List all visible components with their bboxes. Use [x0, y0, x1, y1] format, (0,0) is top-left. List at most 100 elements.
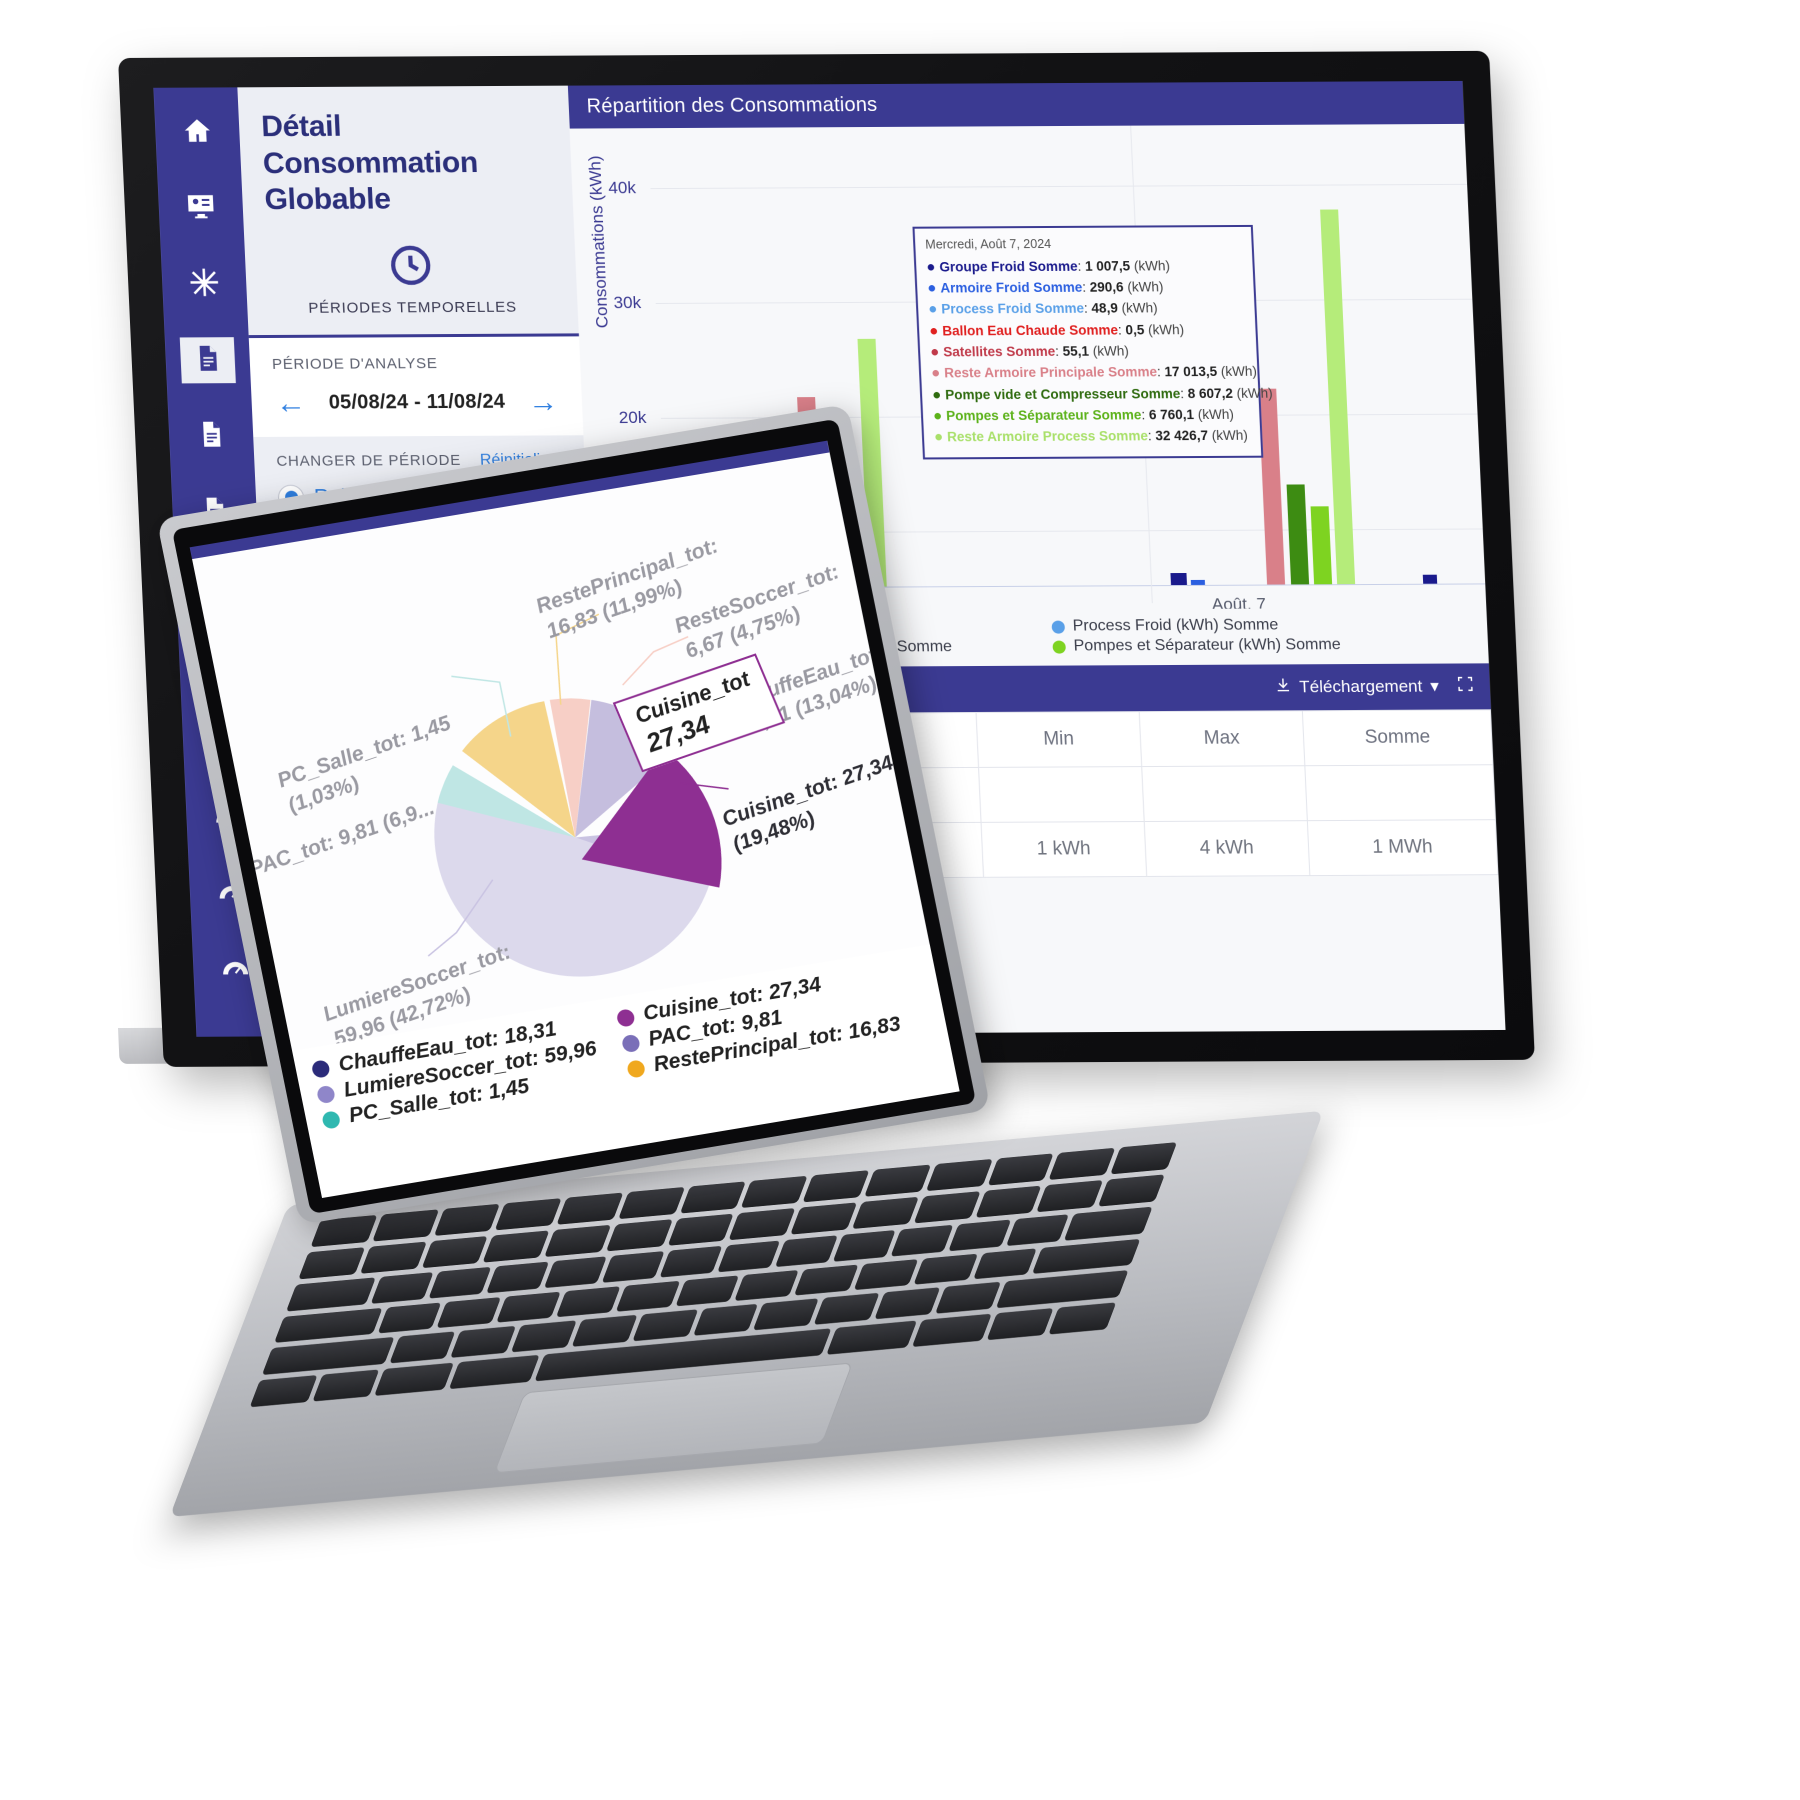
cell-max: 4 kWh	[1143, 820, 1310, 877]
tooltip-value: 6 760,1	[1148, 406, 1195, 423]
tooltip-bullet: ●	[925, 258, 936, 276]
sidebar-item-home[interactable]	[169, 109, 225, 155]
tooltip-unit: (kWh)	[1220, 364, 1258, 380]
page-title: Détail Consommation Globable	[260, 109, 479, 217]
cell-somme: 1 MWh	[1307, 819, 1498, 876]
tooltip-bullet: ●	[931, 385, 942, 403]
tooltip-unit: (kWh)	[1121, 300, 1158, 316]
tooltip-row: ● Reste Armoire Process Somme: 32 426,7 (…	[933, 427, 1249, 446]
download-icon	[1274, 676, 1292, 698]
legend-item-pompes-separateur[interactable]: Pompes et Séparateur (kWh) Somme	[1052, 635, 1470, 655]
tooltip-label: Pompe vide et Compresseur Somme	[944, 385, 1181, 402]
tooltip-label: Groupe Froid Somme	[939, 258, 1078, 275]
tooltip-row: ● Pompes et Séparateur Somme: 6 760,1 (kW…	[932, 406, 1235, 425]
tooltip-label: Reste Armoire Principale Somme	[943, 364, 1158, 381]
document-icon	[195, 419, 227, 454]
tooltip-row: ● Process Froid Somme: 48,9 (kWh)	[927, 300, 1158, 318]
analysis-period-label: PÉRIODE D'ANALYSE	[271, 354, 438, 373]
tooltip-row: ● Satellites Somme: 55,1 (kWh)	[929, 343, 1130, 361]
clock-icon	[390, 245, 433, 290]
table-subheader-blank	[1141, 765, 1308, 822]
tooltip-bullet: ●	[926, 279, 937, 297]
consumption-pie-chart: PC_Salle_tot: 1,45 (1,03%) PAC_tot: 9,81 …	[190, 441, 960, 1199]
tooltip-label: Satellites Somme	[942, 343, 1056, 360]
tooltip-row: ● Groupe Froid Somme: 1 007,5 (kWh)	[925, 258, 1171, 276]
table-subheader-blank	[978, 766, 1144, 823]
tooltip-bullet: ●	[932, 407, 943, 425]
bar-armoire-froid	[1190, 579, 1206, 585]
tooltip-label: Armoire Froid Somme	[940, 279, 1083, 296]
tooltip-date: Mercredi, Août 7, 2024	[924, 236, 1052, 252]
table-subheader-blank	[1304, 764, 1496, 821]
periods-tab[interactable]	[267, 243, 555, 291]
tooltip-value: 17 013,5	[1164, 364, 1218, 380]
tooltip-value: 55,1	[1062, 343, 1090, 359]
y-tick-20k: 20k	[618, 407, 647, 428]
tooltip-value: 290,6	[1089, 279, 1124, 295]
document-icon	[192, 343, 224, 378]
legend-item-process-froid[interactable]: Process Froid (kWh) Somme	[1051, 615, 1469, 635]
tooltip-row: ● Reste Armoire Principale Somme: 17 013,…	[930, 364, 1258, 382]
tooltip-unit: (kWh)	[1127, 279, 1164, 295]
tooltip-label: Pompes et Séparateur Somme	[945, 407, 1142, 424]
tooltip-label: Reste Armoire Process Somme	[946, 428, 1149, 445]
panel-header: Détail Consommation Globable PÉRIODES TE…	[237, 85, 580, 338]
legend-label: Pompes et Séparateur (kWh) Somme	[1073, 636, 1342, 655]
next-period-button[interactable]: →	[527, 385, 559, 418]
tooltip-label: Ballon Eau Chaude Somme	[941, 322, 1119, 339]
tooltip-value: 48,9	[1091, 300, 1119, 317]
bar-pompes-separateur	[1310, 506, 1333, 585]
sidebar-item-monitoring[interactable]	[173, 185, 229, 231]
tooltip-unit: (kWh)	[1197, 406, 1235, 422]
chart-card-title: Répartition des Consommations	[567, 80, 1465, 129]
table-header-max: Max	[1138, 710, 1305, 767]
tooltip-unit: (kWh)	[1236, 385, 1273, 401]
fullscreen-icon	[1456, 675, 1474, 697]
prev-period-button[interactable]: ←	[275, 387, 307, 420]
bar-pompe-vide	[1286, 484, 1310, 585]
home-icon	[182, 115, 214, 150]
fullscreen-button[interactable]	[1456, 675, 1474, 697]
tooltip-row: ● Armoire Froid Somme: 290,6 (kWh)	[926, 279, 1164, 297]
laptop-screen: PC_Salle_tot: 1,45 (1,03%) PAC_tot: 9,81 …	[189, 440, 960, 1199]
periods-tab-label: PÉRIODES TEMPORELLES	[307, 298, 518, 317]
bar-reste-armoire-principale	[1258, 388, 1286, 585]
cell-min: 1 kWh	[980, 821, 1147, 878]
tooltip-unit: (kWh)	[1147, 321, 1185, 338]
download-button[interactable]: Téléchargement ▾	[1274, 676, 1440, 699]
change-period-label: CHANGER DE PÉRIODE	[276, 452, 462, 471]
sidebar-item-cooling[interactable]	[176, 261, 232, 307]
tooltip-value: 1 007,5	[1084, 258, 1131, 274]
table-header-min: Min	[975, 711, 1142, 768]
chart-tooltip: Mercredi, Août 7, 2024 ● Groupe Froid Som…	[912, 224, 1273, 460]
date-range-value: 05/08/24 - 11/08/24	[328, 390, 506, 414]
tooltip-unit: (kWh)	[1092, 343, 1130, 359]
bar-groupe-froid	[1170, 572, 1188, 586]
y-tick-30k: 30k	[613, 293, 642, 313]
tooltip-unit: (kWh)	[1211, 427, 1249, 444]
sidebar-item-report-2[interactable]	[183, 413, 239, 459]
y-tick-40k: 40k	[607, 178, 637, 198]
download-label: Téléchargement	[1298, 676, 1423, 697]
tooltip-row: ● Ballon Eau Chaude Somme: 0,5 (kWh)	[928, 321, 1185, 340]
tooltip-unit: (kWh)	[1133, 258, 1171, 274]
dashboard-icon	[185, 191, 217, 226]
tooltip-row: ● Pompe vide et Compresseur Somme: 8 607,…	[931, 385, 1273, 403]
tooltip-value: 8 607,2	[1187, 385, 1234, 401]
date-range-row: ← 05/08/24 - 11/08/24 →	[273, 383, 562, 436]
table-header-somme: Somme	[1302, 709, 1493, 766]
gridline	[650, 183, 1468, 190]
laptop: PC_Salle_tot: 1,45 (1,03%) PAC_tot: 9,81 …	[156, 403, 1324, 1518]
bar-groupe-froid	[1422, 574, 1438, 584]
tooltip-bullet: ●	[929, 343, 940, 361]
tooltip-label: Process Froid Somme	[940, 301, 1085, 317]
chevron-down-icon: ▾	[1429, 676, 1440, 696]
tooltip-bullet: ●	[930, 364, 941, 382]
laptop-bezel: PC_Salle_tot: 1,45 (1,03%) PAC_tot: 9,81 …	[171, 418, 977, 1215]
legend-label: Process Froid (kWh) Somme	[1072, 616, 1279, 635]
sidebar-item-report-active[interactable]	[179, 337, 236, 384]
tooltip-value: 0,5	[1125, 322, 1145, 338]
tooltip-bullet: ●	[928, 322, 939, 340]
snowflake-icon	[189, 267, 221, 302]
tooltip-bullet: ●	[933, 428, 944, 446]
